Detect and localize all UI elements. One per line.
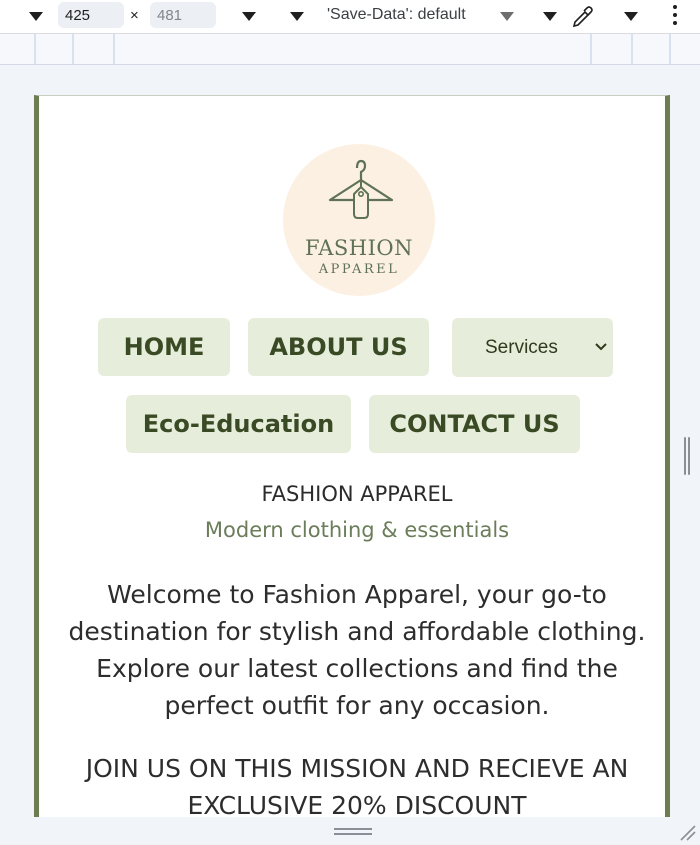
save-data-dropdown-icon[interactable] [500,0,514,33]
ruler-marker[interactable] [590,34,592,64]
device-viewport: FASHION APPAREL HOME ABOUT US Services E… [34,95,670,817]
hanger-icon [328,159,394,219]
width-input[interactable]: 425 [58,2,124,28]
nav-contact-button[interactable]: CONTACT US [369,395,580,453]
dimension-separator: × [130,7,139,24]
services-select-value: Services [485,337,558,358]
height-input[interactable]: 481 [150,2,216,28]
logo-subtitle: APPAREL [318,262,400,277]
site-title: FASHION APPAREL [261,482,453,506]
join-discount-heading: JOIN US ON THIS MISSION AND RECIEVE AN E… [85,754,629,817]
logo-title: FASHION [305,236,413,260]
ruler-marker[interactable] [631,34,633,64]
site-logo[interactable]: FASHION APPAREL [283,144,435,296]
ruler-marker[interactable] [72,34,74,64]
throttle-dropdown-icon[interactable] [290,0,304,33]
zoom-dropdown-icon[interactable] [242,0,256,33]
welcome-paragraph: Welcome to Fashion Apparel, your go-to d… [68,580,646,720]
nav-home-button[interactable]: HOME [98,318,230,376]
chevron-down-icon [595,343,607,351]
nav-about-button[interactable]: ABOUT US [248,318,429,376]
site-tagline: Modern clothing & essentials [204,518,510,542]
ruler-marker[interactable] [669,34,671,64]
page-container: FASHION APPAREL HOME ABOUT US Services E… [34,95,670,817]
ruler-marker[interactable] [113,34,115,64]
services-select[interactable]: Services [452,318,613,377]
nav-eco-education-button[interactable]: Eco-Education [126,395,351,453]
kebab-menu-icon[interactable] [673,5,677,29]
ruler-marker[interactable] [34,34,36,64]
media-query-bar [0,34,700,65]
bottom-resize-handle[interactable] [334,828,372,838]
overflow-dropdown-icon[interactable] [624,0,638,33]
corner-resize-icon[interactable] [678,823,698,843]
more-dropdown-icon[interactable] [543,0,557,33]
right-resize-handle[interactable] [684,437,690,475]
save-data-label[interactable]: 'Save-Data': default [327,6,466,24]
device-toolbar: 425 × 481 'Save-Data': default [0,0,700,34]
device-dropdown-icon[interactable] [29,0,43,33]
eyedropper-icon[interactable] [570,0,596,33]
